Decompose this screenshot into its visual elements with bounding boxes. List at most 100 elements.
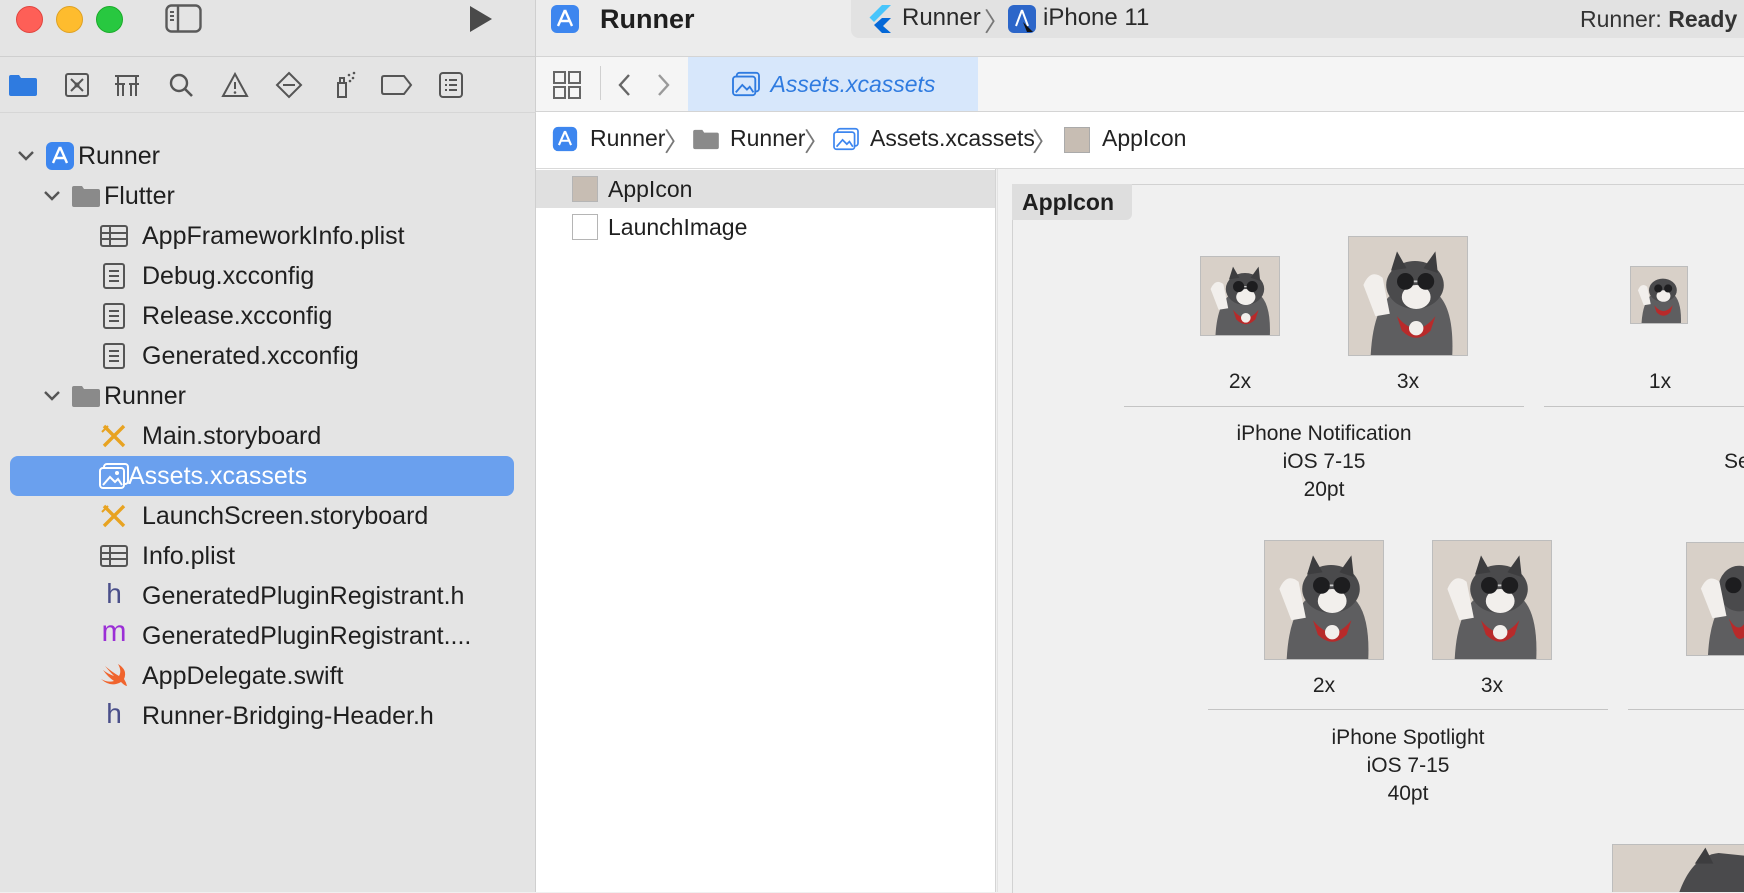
icon-slot-image[interactable] [1612, 844, 1744, 892]
icon-slot-image[interactable] [1432, 540, 1552, 660]
test-diamond-icon[interactable] [272, 68, 306, 102]
tree-item-plugin-registrant-h[interactable]: h GeneratedPluginRegistrant.h [10, 576, 514, 616]
icon-slot-image[interactable] [1200, 256, 1280, 336]
tree-item-appframeworkinfo[interactable]: AppFrameworkInfo.plist [10, 216, 514, 256]
run-play-icon[interactable] [462, 2, 496, 36]
window-title: Runner [600, 4, 695, 34]
source-control-icon[interactable] [60, 68, 94, 102]
xcode-project-icon [552, 126, 578, 157]
tree-item-runner-folder[interactable]: Runner [10, 376, 514, 416]
group-caption-partial: Se [1724, 450, 1744, 473]
tab-assets-xcassets[interactable]: Assets.xcassets [688, 57, 978, 111]
icon-slot-image[interactable] [1264, 540, 1384, 660]
tree-item-plugin-registrant-m[interactable]: m GeneratedPluginRegistrant.... [10, 615, 514, 656]
find-search-icon[interactable] [164, 68, 198, 102]
chevron-down-icon[interactable] [42, 386, 62, 406]
chevron-right-icon: 〉 [1032, 127, 1059, 157]
group-caption-size: 20pt [1303, 478, 1345, 501]
cat-photo-icon [1201, 257, 1279, 335]
tree-item-appdelegate[interactable]: AppDelegate.swift [10, 656, 514, 696]
related-items-grid-icon[interactable] [552, 70, 582, 105]
tree-item-label: GeneratedPluginRegistrant.... [142, 621, 472, 650]
group-caption-device: iPhone Spotlight [1331, 726, 1485, 749]
debug-spray-icon[interactable] [326, 68, 360, 102]
tree-item-launchscreen[interactable]: LaunchScreen.storyboard [10, 496, 514, 536]
header-h-icon: h [106, 578, 122, 609]
cat-photo-icon [1349, 237, 1467, 355]
cat-photo-icon [1631, 267, 1687, 323]
issue-warning-icon[interactable] [218, 68, 252, 102]
icon-slot-image[interactable] [1630, 266, 1688, 324]
plist-table-icon [98, 220, 130, 252]
appicon-thumb-icon [1064, 127, 1090, 153]
slot-scale-label: 1x [1648, 370, 1672, 393]
group-caption-size: 40pt [1387, 782, 1429, 805]
slot-scale-label: 3x [1480, 674, 1504, 697]
breadcrumb-assets[interactable]: Assets.xcassets [870, 125, 1035, 152]
tree-item-assets-xcassets[interactable]: Assets.xcassets [10, 456, 514, 496]
sidebar-toggle-icon[interactable] [165, 4, 202, 33]
tree-item-label: Main.storyboard [142, 421, 322, 450]
group-caption-device: iPhone Notification [1236, 422, 1412, 445]
plist-table-icon [98, 540, 130, 572]
window-close-button[interactable] [16, 6, 43, 33]
slot-scale-label: 2x [1312, 674, 1336, 697]
cat-photo-icon [1433, 541, 1551, 659]
asset-item-label: LaunchImage [608, 213, 748, 240]
document-icon [98, 340, 130, 372]
group-caption-os: iOS 7-15 [1282, 450, 1366, 473]
tree-item-label: Runner-Bridging-Header.h [142, 701, 434, 730]
tree-item-flutter-folder[interactable]: Flutter [10, 176, 514, 216]
objc-m-icon: m [101, 615, 127, 648]
window-minimize-button[interactable] [56, 6, 83, 33]
group-caption-os: iOS 7-15 [1366, 754, 1450, 777]
chevron-down-icon[interactable] [16, 146, 36, 166]
xcode-project-icon [44, 140, 76, 172]
appicon-set-heading: AppIcon [1012, 184, 1132, 220]
group-divider [1544, 406, 1744, 407]
tree-item-main-storyboard[interactable]: Main.storyboard [10, 416, 514, 456]
scheme-selector[interactable]: Runner [902, 4, 981, 32]
appicon-thumb-icon [572, 176, 598, 202]
tree-item-label: GeneratedPluginRegistrant.h [142, 581, 465, 610]
tree-item-release-xcconfig[interactable]: Release.xcconfig [10, 296, 514, 336]
flutter-icon[interactable] [866, 4, 894, 39]
storyboard-icon [98, 420, 130, 452]
device-selector[interactable]: iPhone 11 [1043, 4, 1149, 32]
icon-slot-image[interactable] [1686, 542, 1744, 656]
tree-item-runner-project[interactable]: Runner [10, 136, 514, 176]
breadcrumb-project[interactable]: Runner [590, 125, 665, 152]
tree-item-label: Debug.xcconfig [142, 261, 315, 290]
asset-item-appicon[interactable]: AppIcon [536, 170, 995, 208]
tree-item-label: Runner [104, 381, 186, 410]
asset-list-panel [536, 169, 996, 892]
breadcrumb-appicon[interactable]: AppIcon [1102, 125, 1186, 152]
window-zoom-button[interactable] [96, 6, 123, 33]
tree-item-label: Release.xcconfig [142, 301, 333, 330]
symbol-navigator-icon[interactable] [110, 68, 144, 102]
asset-catalog-icon [832, 127, 860, 156]
folder-icon [70, 380, 102, 412]
xcode-project-icon [550, 4, 580, 39]
back-chevron-icon[interactable] [614, 70, 636, 105]
asset-item-launchimage[interactable]: LaunchImage [536, 208, 995, 246]
tree-item-bridging-header[interactable]: h Runner-Bridging-Header.h [10, 696, 514, 736]
toolbar-divider [0, 56, 536, 57]
breakpoint-tag-icon[interactable] [380, 68, 414, 102]
simulator-device-icon[interactable] [1007, 4, 1037, 39]
tree-item-label: Flutter [104, 181, 175, 210]
tab-separator [600, 66, 601, 100]
status-value: Ready [1668, 6, 1738, 32]
folder-navigator-icon[interactable] [6, 68, 40, 102]
tree-item-generated-xcconfig[interactable]: Generated.xcconfig [10, 336, 514, 376]
group-divider [1124, 406, 1524, 407]
report-list-icon[interactable] [434, 68, 468, 102]
chevron-down-icon[interactable] [42, 186, 62, 206]
breadcrumb-folder[interactable]: Runner [730, 125, 805, 152]
cat-photo-icon [1613, 845, 1744, 892]
icon-slot-image[interactable] [1348, 236, 1468, 356]
tree-item-info-plist[interactable]: Info.plist [10, 536, 514, 576]
document-icon [98, 300, 130, 332]
forward-chevron-icon[interactable] [652, 70, 674, 105]
tree-item-debug-xcconfig[interactable]: Debug.xcconfig [10, 256, 514, 296]
